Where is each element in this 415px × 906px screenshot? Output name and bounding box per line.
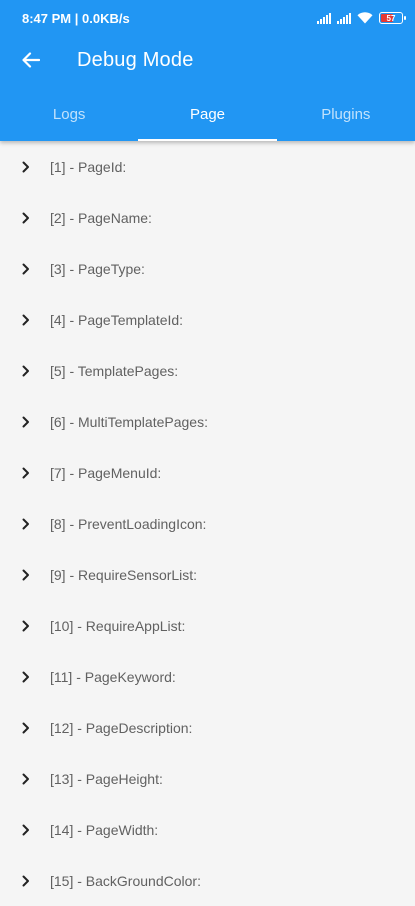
chevron-right-icon <box>20 365 32 377</box>
battery-icon: 57 <box>379 12 406 24</box>
list-item-label: [8] - PreventLoadingIcon: <box>50 515 207 532</box>
page-title: Debug Mode <box>77 48 194 71</box>
list-item[interactable]: [9] - RequireSensorList: <box>0 549 415 600</box>
chevron-right-icon <box>20 569 32 581</box>
list-item[interactable]: [11] - PageKeyword: <box>0 651 415 702</box>
list-item-label: [15] - BackGroundColor: <box>50 872 201 889</box>
list-item-label: [11] - PageKeyword: <box>50 668 176 685</box>
status-icons: 57 <box>317 12 406 24</box>
battery-level: 57 <box>386 13 396 23</box>
tab-logs[interactable]: Logs <box>0 87 138 141</box>
list-item-label: [9] - RequireSensorList: <box>50 566 198 583</box>
list-item-label: [4] - PageTemplateId: <box>50 311 184 328</box>
list-item-label: [14] - PageWidth: <box>50 821 159 838</box>
app-bar: 8:47 PM | 0.0KB/s 57 Debug Mode Logs Pag… <box>0 0 415 141</box>
back-arrow-icon[interactable] <box>21 50 41 70</box>
list-item-label: [6] - MultiTemplatePages: <box>50 413 208 430</box>
chevron-right-icon <box>20 722 32 734</box>
chevron-right-icon <box>20 773 32 785</box>
chevron-right-icon <box>20 620 32 632</box>
property-list: [1] - PageId: [2] - PageName: [3] - Page… <box>0 141 415 906</box>
list-item[interactable]: [14] - PageWidth: <box>0 804 415 855</box>
chevron-right-icon <box>20 161 32 173</box>
list-item-label: [2] - PageName: <box>50 209 152 226</box>
chevron-right-icon <box>20 875 32 887</box>
chevron-right-icon <box>20 263 32 275</box>
tab-plugins[interactable]: Plugins <box>277 87 415 141</box>
list-item-label: [3] - PageType: <box>50 260 145 277</box>
list-item[interactable]: [15] - BackGroundColor: <box>0 855 415 906</box>
chevron-right-icon <box>20 314 32 326</box>
list-item[interactable]: [7] - PageMenuId: <box>0 447 415 498</box>
list-item-label: [1] - PageId: <box>50 158 127 175</box>
tab-page[interactable]: Page <box>138 87 277 141</box>
signal-icon-2 <box>337 12 351 24</box>
toolbar: Debug Mode <box>0 36 415 84</box>
list-item[interactable]: [12] - PageDescription: <box>0 702 415 753</box>
list-item-label: [7] - PageMenuId: <box>50 464 162 481</box>
chevron-right-icon <box>20 212 32 224</box>
list-item[interactable]: [8] - PreventLoadingIcon: <box>0 498 415 549</box>
list-item[interactable]: [13] - PageHeight: <box>0 753 415 804</box>
list-item-label: [5] - TemplatePages: <box>50 362 179 379</box>
list-item-label: [13] - PageHeight: <box>50 770 163 787</box>
list-item[interactable]: [6] - MultiTemplatePages: <box>0 396 415 447</box>
signal-icon <box>317 12 331 24</box>
tab-bar: Logs Page Plugins <box>0 87 415 141</box>
chevron-right-icon <box>20 824 32 836</box>
chevron-right-icon <box>20 671 32 683</box>
chevron-right-icon <box>20 467 32 479</box>
chevron-right-icon <box>20 518 32 530</box>
list-item-label: [12] - PageDescription: <box>50 719 193 736</box>
list-item-label: [10] - RequireAppList: <box>50 617 186 634</box>
list-item[interactable]: [4] - PageTemplateId: <box>0 294 415 345</box>
status-bar: 8:47 PM | 0.0KB/s 57 <box>0 0 415 36</box>
list-item[interactable]: [3] - PageType: <box>0 243 415 294</box>
status-time-speed: 8:47 PM | 0.0KB/s <box>22 10 130 26</box>
list-item[interactable]: [5] - TemplatePages: <box>0 345 415 396</box>
wifi-icon <box>357 12 373 24</box>
list-item[interactable]: [1] - PageId: <box>0 141 415 192</box>
chevron-right-icon <box>20 416 32 428</box>
list-item[interactable]: [10] - RequireAppList: <box>0 600 415 651</box>
list-item[interactable]: [2] - PageName: <box>0 192 415 243</box>
